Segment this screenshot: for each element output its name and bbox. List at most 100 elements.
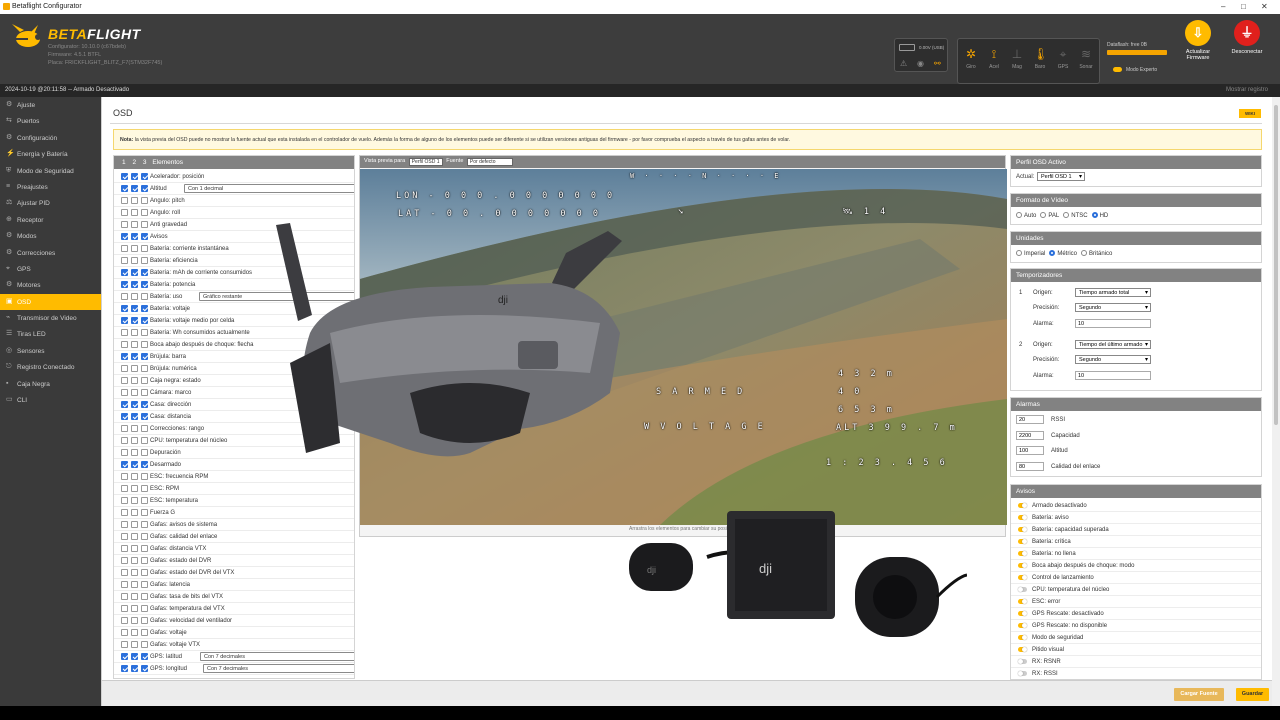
sidebar-item-puertos[interactable]: ⇆ Puertos [0, 113, 101, 129]
profile-3-checkbox[interactable] [141, 425, 148, 432]
profile-3-checkbox[interactable] [141, 653, 148, 660]
profile-2-checkbox[interactable] [131, 485, 138, 492]
profile-1-checkbox[interactable] [121, 413, 128, 420]
osd-element-variant-select[interactable]: Con 7 decimales [203, 664, 354, 673]
warning-toggle[interactable] [1018, 611, 1027, 616]
timer-source-select[interactable]: Tiempo del último armado [1075, 340, 1151, 349]
timer-source-select[interactable]: Tiempo armado total [1075, 288, 1151, 297]
profile-1-checkbox[interactable] [121, 257, 128, 264]
profile-3-checkbox[interactable] [141, 557, 148, 564]
video-option-ntsc[interactable]: NTSC [1063, 212, 1088, 219]
profile-1-checkbox[interactable] [121, 581, 128, 588]
profile-3-checkbox[interactable] [141, 329, 148, 336]
profile-3-checkbox[interactable] [141, 233, 148, 240]
sidebar-item-receptor[interactable]: ⊕ Receptor [0, 212, 101, 228]
profile-2-checkbox[interactable] [131, 209, 138, 216]
radio-button[interactable] [1040, 212, 1047, 218]
font-select[interactable]: Por defecto [466, 158, 513, 166]
warning-toggle[interactable] [1018, 647, 1027, 652]
profile-2-checkbox[interactable] [131, 185, 138, 192]
warning-toggle[interactable] [1018, 563, 1027, 568]
sidebar-item-energía-y-batería[interactable]: ⚡ Energía y Batería [0, 146, 101, 162]
warning-toggle[interactable] [1018, 503, 1027, 508]
profile-2-checkbox[interactable] [131, 557, 138, 564]
warning-toggle[interactable] [1018, 671, 1027, 676]
warning-toggle[interactable] [1018, 635, 1027, 640]
wiki-button[interactable]: WIKI [1239, 109, 1261, 118]
timer-precision-select[interactable]: Segundo [1075, 355, 1151, 364]
profile-1-checkbox[interactable] [121, 197, 128, 204]
osd-latitude[interactable]: LAT - 0 0 . 0 0 0 0 0 0 0 [398, 209, 601, 219]
units-option-imperial[interactable]: Imperial [1016, 250, 1045, 257]
profile-3-checkbox[interactable] [141, 461, 148, 468]
profile-2-checkbox[interactable] [131, 521, 138, 528]
osd-speed[interactable]: 4 0 [838, 387, 862, 397]
profile-3-checkbox[interactable] [141, 629, 148, 636]
profile-1-checkbox[interactable] [121, 353, 128, 360]
osd-home-distance[interactable]: 4 3 2 m [838, 369, 895, 379]
sidebar-item-modos[interactable]: ⚙ Modos [0, 228, 101, 244]
profile-2-checkbox[interactable] [131, 377, 138, 384]
warning-toggle[interactable] [1018, 527, 1027, 532]
profile-2-checkbox[interactable] [131, 401, 138, 408]
sidebar-item-gps[interactable]: ⌖ GPS [0, 261, 101, 277]
profile-2-checkbox[interactable] [131, 473, 138, 480]
warning-toggle[interactable] [1018, 659, 1027, 664]
units-option-británico[interactable]: Británico [1081, 250, 1112, 257]
profile-1-checkbox[interactable] [121, 329, 128, 336]
radio-button[interactable] [1091, 212, 1098, 218]
osd-satellite-count[interactable]: 🛰 1 4 [842, 207, 888, 217]
profile-2-checkbox[interactable] [131, 665, 138, 672]
profile-2-checkbox[interactable] [131, 533, 138, 540]
alarm-value-input[interactable]: 100 [1016, 446, 1044, 455]
sidebar-item-tiras-led[interactable]: ☰ Tiras LED [0, 326, 101, 342]
profile-3-checkbox[interactable] [141, 401, 148, 408]
video-option-pal[interactable]: PAL [1040, 212, 1059, 219]
profile-1-checkbox[interactable] [121, 605, 128, 612]
sidebar-item-ajustar-pid[interactable]: ⚖ Ajustar PID [0, 195, 101, 211]
video-option-hd[interactable]: HD [1091, 212, 1108, 219]
video-option-auto[interactable]: Auto [1016, 212, 1036, 219]
warning-toggle[interactable] [1018, 599, 1027, 604]
profile-2-checkbox[interactable] [131, 245, 138, 252]
profile-1-checkbox[interactable] [121, 293, 128, 300]
profile-2-checkbox[interactable] [131, 617, 138, 624]
profile-1-checkbox[interactable] [121, 317, 128, 324]
profile-3-checkbox[interactable] [141, 497, 148, 504]
profile-2-checkbox[interactable] [131, 353, 138, 360]
profile-1-checkbox[interactable] [121, 569, 128, 576]
warning-toggle[interactable] [1018, 551, 1027, 556]
profile-3-checkbox[interactable] [141, 197, 148, 204]
profile-2-checkbox[interactable] [131, 449, 138, 456]
profile-3-checkbox[interactable] [141, 185, 148, 192]
sidebar-item-correcciones[interactable]: ⚙ Correcciones [0, 245, 101, 261]
timer-alarm-input[interactable]: 10 [1075, 371, 1151, 380]
profile-1-checkbox[interactable] [121, 233, 128, 240]
profile-3-checkbox[interactable] [141, 473, 148, 480]
profile-3-checkbox[interactable] [141, 317, 148, 324]
profile-3-checkbox[interactable] [141, 509, 148, 516]
radio-button[interactable] [1016, 212, 1022, 218]
osd-distance[interactable]: 6 5 3 m [838, 405, 895, 415]
profile-3-checkbox[interactable] [141, 257, 148, 264]
profile-2-checkbox[interactable] [131, 509, 138, 516]
sidebar-item-cli[interactable]: ▭ CLI [0, 392, 101, 408]
profile-1-checkbox[interactable] [121, 497, 128, 504]
profile-2-checkbox[interactable] [131, 221, 138, 228]
profile-2-checkbox[interactable] [131, 233, 138, 240]
sidebar-item-ajuste[interactable]: ⚙ Ajuste [0, 97, 101, 113]
profile-2-checkbox[interactable] [131, 413, 138, 420]
alarm-value-input[interactable]: 20 [1016, 415, 1044, 424]
profile-1-checkbox[interactable] [121, 557, 128, 564]
profile-3-checkbox[interactable] [141, 449, 148, 456]
osd-home-arrow[interactable]: ➘ [678, 207, 686, 217]
profile-3-checkbox[interactable] [141, 377, 148, 384]
profile-3-checkbox[interactable] [141, 665, 148, 672]
disconnect-button[interactable]: ⏚ Desconectar [1225, 20, 1269, 55]
radio-button[interactable] [1016, 250, 1022, 256]
profile-2-checkbox[interactable] [131, 497, 138, 504]
profile-3-checkbox[interactable] [141, 581, 148, 588]
osd-armed-status[interactable]: S A R M E D [656, 387, 745, 397]
profile-1-checkbox[interactable] [121, 437, 128, 444]
profile-2-checkbox[interactable] [131, 629, 138, 636]
